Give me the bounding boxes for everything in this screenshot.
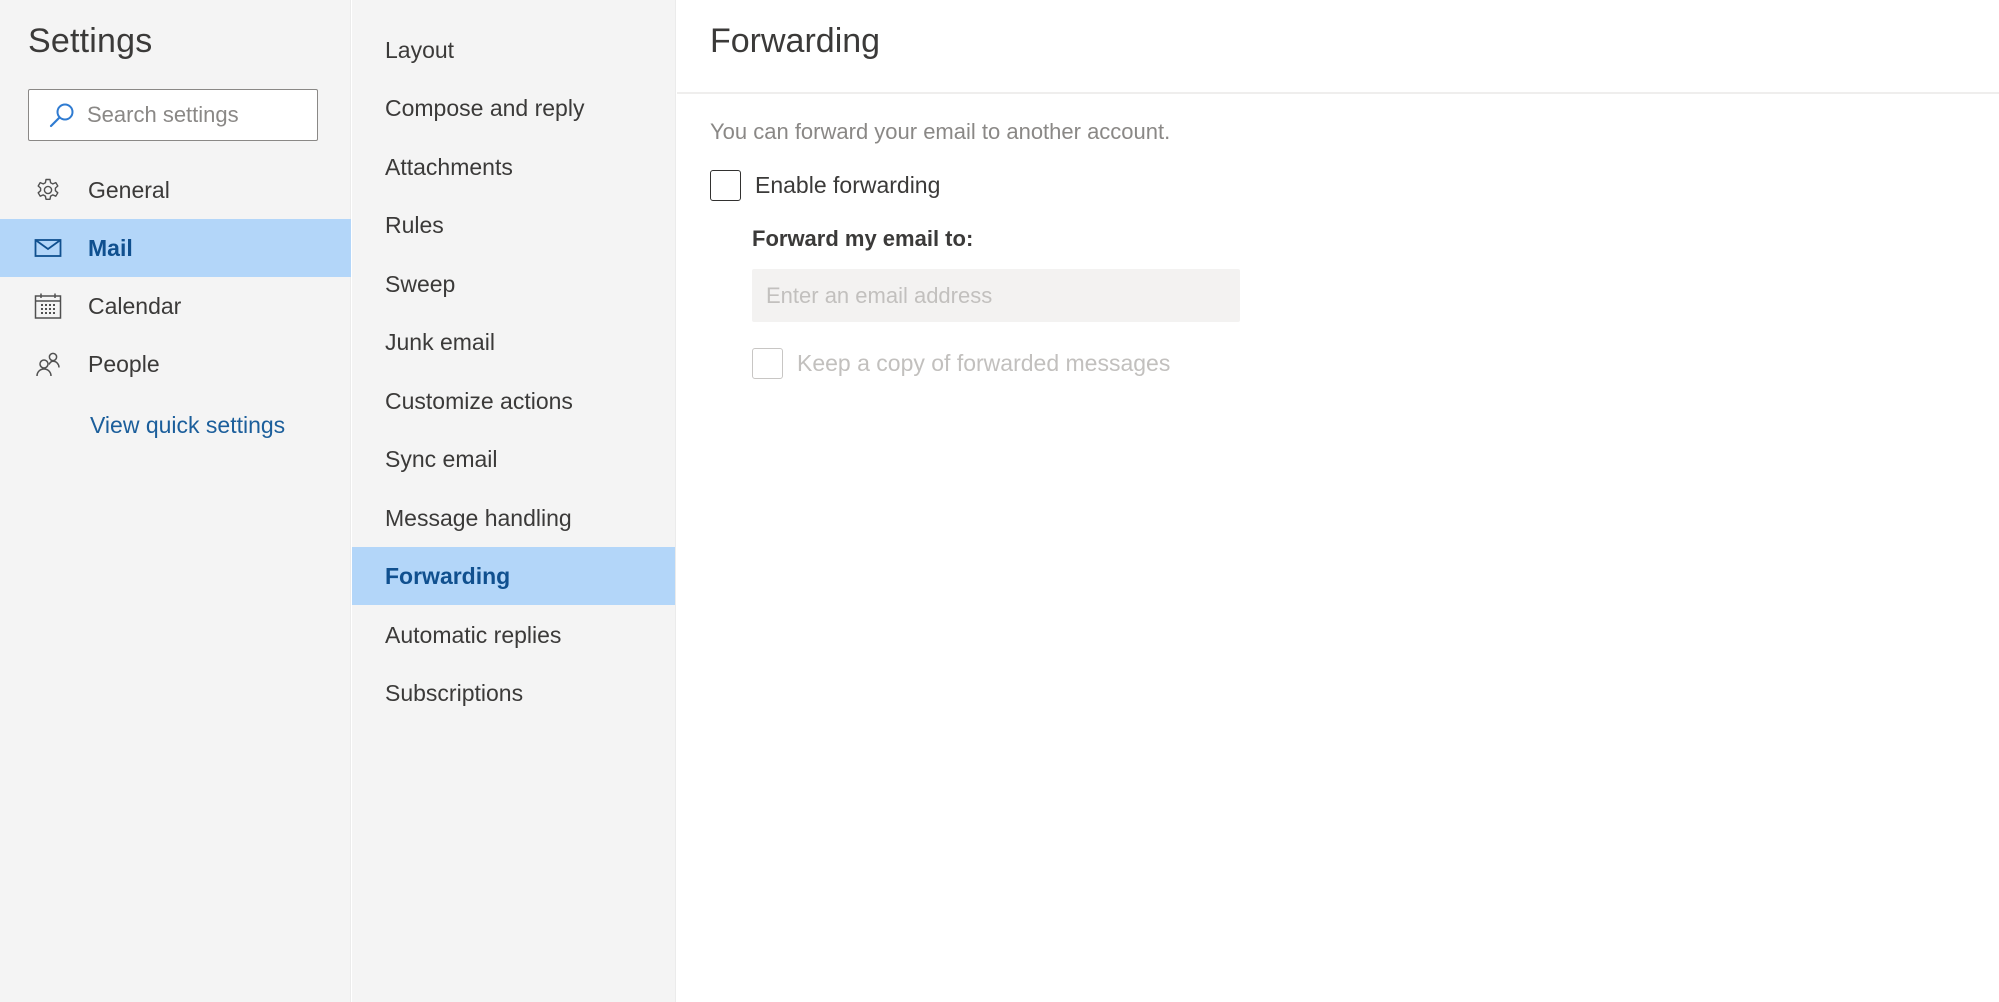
- settings-title: Settings: [28, 22, 153, 60]
- forwarding-description: You can forward your email to another ac…: [710, 119, 1171, 144]
- subnav-item-compose-and-reply[interactable]: Compose and reply: [352, 79, 675, 137]
- subnav-item-label: Customize actions: [385, 387, 573, 414]
- sidebar-item-people[interactable]: People: [0, 335, 351, 393]
- subnav-item-label: Attachments: [385, 153, 513, 180]
- subnav-item-label: Forwarding: [385, 562, 511, 589]
- mail-icon: [34, 234, 62, 262]
- subnav-item-sweep[interactable]: Sweep: [352, 255, 675, 313]
- sidebar-item-general[interactable]: General: [0, 161, 351, 219]
- forward-email-input[interactable]: [752, 269, 1240, 322]
- subnav-item-message-handling[interactable]: Message handling: [352, 489, 675, 547]
- subnav-item-label: Sweep: [385, 270, 456, 297]
- subnav-item-junk-email[interactable]: Junk email: [352, 313, 675, 371]
- checkbox-box[interactable]: [752, 348, 783, 379]
- subnav-item-label: Automatic replies: [385, 621, 562, 648]
- gear-icon: [34, 176, 62, 204]
- checkbox-label: Enable forwarding: [755, 172, 941, 198]
- subnav-item-label: Subscriptions: [385, 679, 524, 706]
- search-settings-input[interactable]: [87, 102, 297, 128]
- forward-to-label: Forward my email to:: [752, 226, 974, 251]
- search-icon: [47, 100, 77, 130]
- subnav-item-attachments[interactable]: Attachments: [352, 138, 675, 196]
- mail-settings-subnav: Layout Compose and reply Attachments Rul…: [352, 0, 676, 1002]
- forwarding-settings-panel: Forwarding You can forward your email to…: [677, 0, 1999, 1002]
- search-settings-box[interactable]: [28, 89, 318, 141]
- sidebar-item-mail[interactable]: Mail: [0, 219, 351, 277]
- calendar-icon: [34, 292, 62, 320]
- checkbox-label: Keep a copy of forwarded messages: [797, 350, 1171, 376]
- people-icon: [34, 350, 62, 378]
- view-quick-settings-link[interactable]: View quick settings: [90, 412, 285, 439]
- subnav-item-label: Rules: [385, 211, 444, 238]
- sidebar-item-label: Calendar: [88, 292, 182, 319]
- subnav-item-automatic-replies[interactable]: Automatic replies: [352, 606, 675, 664]
- subnav-item-subscriptions[interactable]: Subscriptions: [352, 664, 675, 722]
- keep-copy-checkbox[interactable]: Keep a copy of forwarded messages: [752, 348, 1170, 379]
- sidebar-item-label: Mail: [88, 234, 133, 261]
- subnav-item-sync-email[interactable]: Sync email: [352, 430, 675, 488]
- sidebar-item-label: General: [88, 176, 170, 203]
- settings-nav-pane: Settings General Mail: [0, 0, 351, 1002]
- subnav-item-label: Junk email: [385, 328, 495, 355]
- sidebar-item-label: People: [88, 350, 160, 377]
- subnav-item-rules[interactable]: Rules: [352, 196, 675, 254]
- subnav-item-label: Message handling: [385, 504, 572, 531]
- subnav-item-customize-actions[interactable]: Customize actions: [352, 372, 675, 430]
- subnav-item-label: Sync email: [385, 445, 498, 472]
- subnav-item-label: Layout: [385, 36, 455, 63]
- header-divider: [677, 92, 1999, 94]
- subnav-item-layout[interactable]: Layout: [352, 21, 675, 79]
- sidebar-item-calendar[interactable]: Calendar: [0, 277, 351, 335]
- enable-forwarding-checkbox[interactable]: Enable forwarding: [710, 170, 940, 201]
- subnav-item-forwarding[interactable]: Forwarding: [352, 547, 675, 605]
- subnav-item-label: Compose and reply: [385, 94, 585, 121]
- checkbox-box[interactable]: [710, 170, 741, 201]
- page-title: Forwarding: [710, 22, 881, 60]
